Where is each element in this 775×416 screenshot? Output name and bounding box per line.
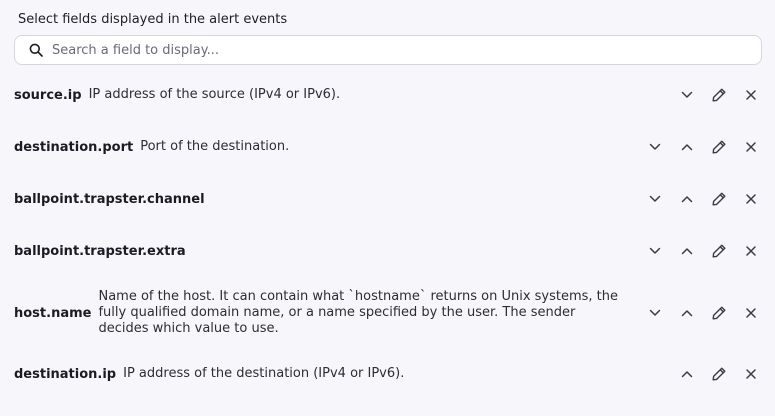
chevron-up-icon (681, 371, 693, 378)
chevron-up-icon (681, 310, 693, 317)
chevron-up-icon (681, 248, 693, 255)
field-name: ballpoint.trapster.extra (14, 243, 186, 259)
field-row: ballpoint.trapster.extra (14, 241, 762, 261)
move-down-button[interactable] (644, 136, 666, 158)
field-row: destination.port Port of the destination… (14, 137, 762, 157)
edit-button[interactable] (708, 188, 730, 210)
move-up-button[interactable] (676, 188, 698, 210)
panel-title: Select fields displayed in the alert eve… (18, 12, 288, 27)
pencil-icon (712, 192, 726, 206)
field-name: ballpoint.trapster.channel (14, 191, 205, 207)
row-actions (666, 84, 762, 106)
field-name: host.name (14, 305, 92, 321)
pencil-icon (712, 244, 726, 258)
chevron-down-icon (649, 143, 661, 150)
row-actions (634, 188, 762, 210)
field-name: destination.ip (14, 366, 117, 382)
edit-button[interactable] (708, 136, 730, 158)
chevron-down-icon (649, 247, 661, 254)
field-row: ballpoint.trapster.channel (14, 189, 762, 209)
pencil-icon (712, 306, 726, 320)
chevron-down-icon (649, 309, 661, 316)
field-description: IP address of the source (IPv4 or IPv6). (88, 87, 341, 102)
move-up-button[interactable] (676, 302, 698, 324)
move-up-button[interactable] (676, 240, 698, 262)
remove-button[interactable] (740, 302, 762, 324)
field-name: destination.port (14, 139, 134, 155)
field-name: source.ip (14, 87, 82, 103)
chevron-down-icon (649, 195, 661, 202)
close-icon (746, 246, 756, 256)
move-down-button[interactable] (644, 188, 666, 210)
row-actions (634, 240, 762, 262)
edit-button[interactable] (708, 363, 730, 385)
close-icon (746, 194, 756, 204)
field-description: Name of the host. It can contain what `h… (98, 289, 619, 336)
field-description: IP address of the destination (IPv4 or I… (123, 366, 405, 381)
search-input[interactable] (52, 42, 732, 58)
remove-button[interactable] (740, 188, 762, 210)
field-row: host.name Name of the host. It can conta… (14, 288, 762, 338)
remove-button[interactable] (740, 136, 762, 158)
field-row: source.ip IP address of the source (IPv4… (14, 85, 762, 105)
field-description: Port of the destination. (140, 139, 290, 154)
pencil-icon (712, 367, 726, 381)
close-icon (746, 142, 756, 152)
edit-button[interactable] (708, 240, 730, 262)
pencil-icon (712, 140, 726, 154)
move-up-button[interactable] (676, 363, 698, 385)
chevron-up-icon (681, 144, 693, 151)
move-up-button[interactable] (676, 136, 698, 158)
row-actions (634, 136, 762, 158)
edit-button[interactable] (708, 302, 730, 324)
field-row: destination.ip IP address of the destina… (14, 364, 762, 384)
close-icon (746, 308, 756, 318)
close-icon (746, 90, 756, 100)
search-icon (28, 42, 44, 58)
search-box[interactable] (14, 35, 762, 65)
move-down-button[interactable] (676, 84, 698, 106)
close-icon (746, 369, 756, 379)
row-actions (634, 302, 762, 324)
pencil-icon (712, 88, 726, 102)
move-down-button[interactable] (644, 240, 666, 262)
move-down-button[interactable] (644, 302, 666, 324)
chevron-up-icon (681, 196, 693, 203)
chevron-down-icon (681, 91, 693, 98)
remove-button[interactable] (740, 240, 762, 262)
edit-button[interactable] (708, 84, 730, 106)
row-actions (666, 363, 762, 385)
remove-button[interactable] (740, 363, 762, 385)
remove-button[interactable] (740, 84, 762, 106)
